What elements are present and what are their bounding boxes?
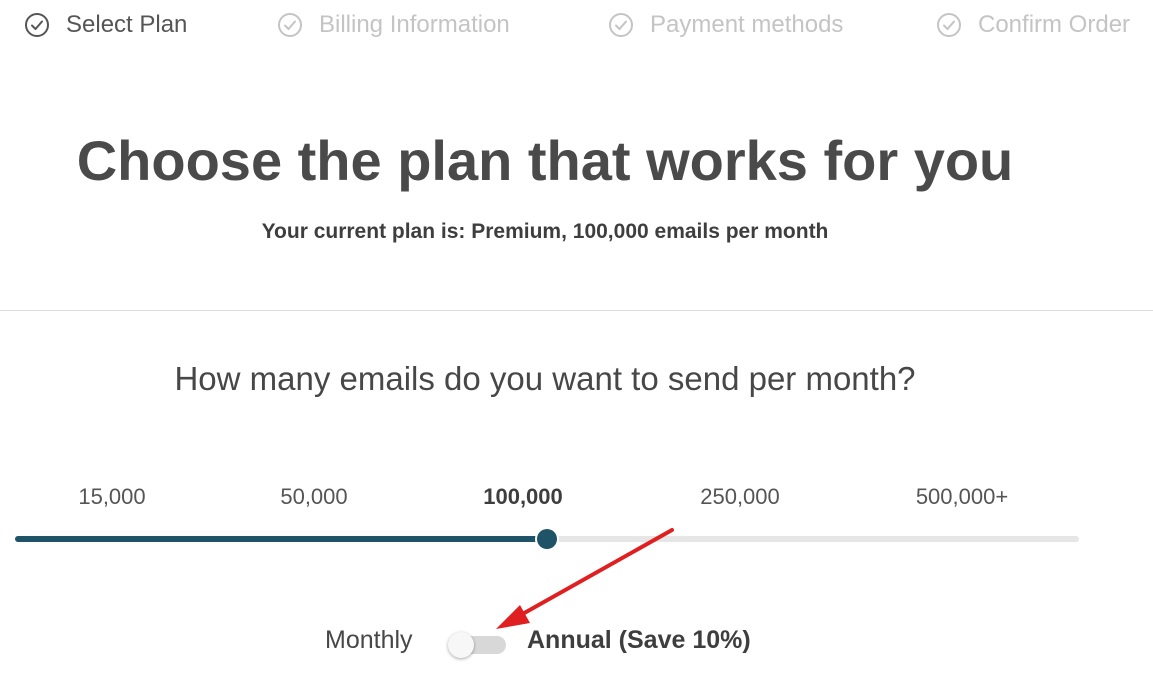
volume-option-100000[interactable]: 100,000 — [443, 484, 603, 510]
step-label: Select Plan — [66, 11, 188, 38]
current-plan-text: Your current plan is: Premium, 100,000 e… — [261, 220, 829, 243]
annual-label[interactable]: Annual (Save 10%) — [527, 626, 751, 655]
step-billing-information[interactable]: Billing Information — [277, 9, 510, 41]
annotation-arrow — [496, 528, 674, 629]
step-label: Confirm Order — [978, 11, 1131, 38]
step-select-plan[interactable]: Select Plan — [24, 9, 187, 41]
step-label: Billing Information — [319, 11, 510, 38]
step-confirm-order[interactable]: Confirm Order — [936, 9, 1130, 41]
page-title: Choose the plan that works for you — [76, 129, 1014, 192]
billing-toggle[interactable] — [448, 632, 506, 658]
email-volume-question: How many emails do you want to send per … — [174, 360, 916, 397]
plan-selection-page: Select Plan Billing Information Payment … — [0, 0, 1153, 676]
check-circle-icon — [277, 12, 303, 38]
monthly-label[interactable]: Monthly — [325, 626, 413, 655]
check-circle-icon — [608, 12, 634, 38]
step-payment-methods[interactable]: Payment methods — [608, 9, 843, 41]
slider-fill — [15, 536, 547, 542]
volume-option-250000[interactable]: 250,000 — [660, 484, 820, 510]
billing-period-toggle-row: Monthly Annual (Save 10%) — [0, 624, 1090, 660]
step-label: Payment methods — [650, 11, 844, 38]
slider-thumb[interactable] — [537, 529, 557, 549]
checkout-stepper: Select Plan Billing Information Payment … — [0, 0, 1153, 50]
section-divider — [0, 310, 1153, 311]
check-circle-icon — [936, 12, 962, 38]
check-circle-icon — [24, 12, 50, 38]
email-volume-slider[interactable] — [15, 527, 1079, 551]
volume-option-50000[interactable]: 50,000 — [234, 484, 394, 510]
volume-option-500000-plus[interactable]: 500,000+ — [882, 484, 1042, 510]
toggle-knob[interactable] — [448, 632, 474, 658]
volume-option-15000[interactable]: 15,000 — [32, 484, 192, 510]
